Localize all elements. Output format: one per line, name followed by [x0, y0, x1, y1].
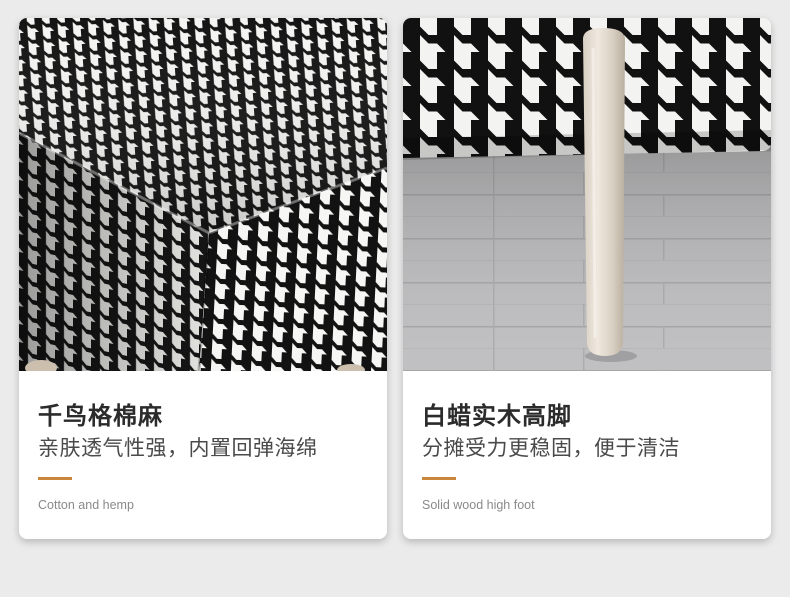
wood-leg-photo [403, 18, 771, 371]
feature-card-fabric: 千鸟格棉麻 亲肤透气性强，内置回弹海绵 Cotton and hemp [19, 18, 387, 539]
card-subtitle: 分摊受力更稳固，便于清洁 [422, 436, 680, 460]
accent-divider [422, 477, 456, 480]
card-caption: Solid wood high foot [422, 498, 535, 512]
fabric-photo [19, 18, 387, 371]
feature-card-wood-leg: 白蜡实木高脚 分摊受力更稳固，便于清洁 Solid wood high foot [403, 18, 771, 539]
card-subtitle: 亲肤透气性强，内置回弹海绵 [38, 436, 318, 460]
accent-divider [38, 477, 72, 480]
card-caption: Cotton and hemp [38, 498, 134, 512]
card-title: 千鸟格棉麻 [38, 402, 163, 430]
card-title: 白蜡实木高脚 [422, 402, 572, 430]
